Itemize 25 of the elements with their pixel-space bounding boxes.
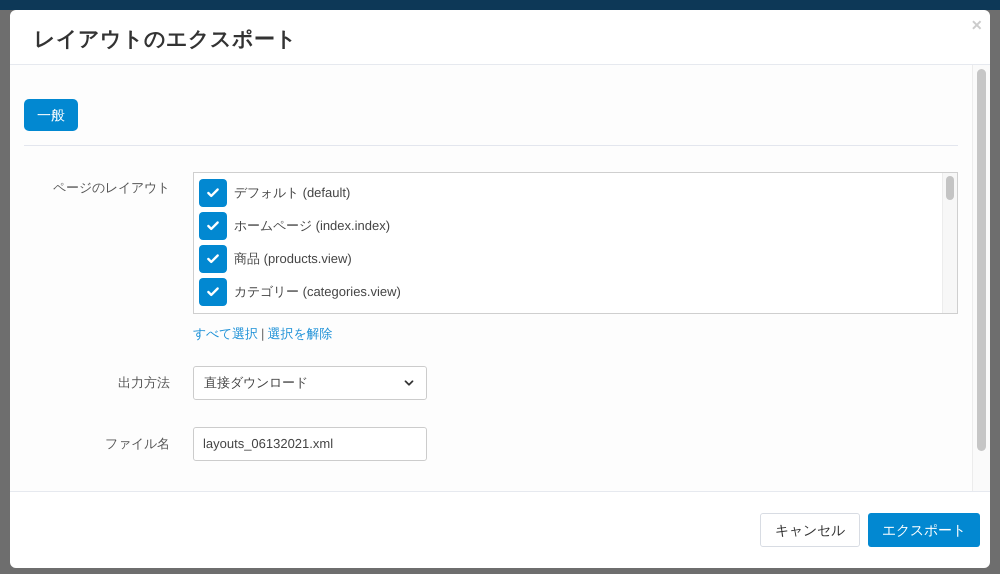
scrollbar-thumb[interactable] (977, 69, 986, 451)
cancel-button[interactable]: キャンセル (760, 513, 860, 547)
filename-field[interactable]: layouts_06132021.xml (193, 426, 427, 460)
field-label: ファイル名 (104, 434, 171, 453)
checkbox-label[interactable]: デフォルト (default) (234, 183, 350, 203)
link-separator: | (261, 325, 264, 343)
scrollbar[interactable] (942, 173, 957, 313)
checkbox-label[interactable]: 商品 (products.view) (234, 249, 352, 269)
output-select[interactable]: 直接ダウンロード (193, 366, 427, 400)
check-icon (206, 186, 220, 200)
check-icon (206, 219, 220, 233)
dialog-title: レイアウトのエクスポート (34, 27, 297, 53)
field-label: 出力方法 (117, 374, 171, 392)
field-label: ページのレイアウト (52, 179, 171, 197)
checkbox[interactable] (199, 212, 227, 240)
checkbox-label[interactable]: ホームページ (index.index) (234, 216, 390, 236)
scrollbar-thumb[interactable] (946, 176, 954, 200)
checkbox[interactable] (199, 278, 227, 306)
tab[interactable]: 一般 (24, 99, 78, 131)
export-button[interactable]: エクスポート (868, 513, 980, 547)
check-icon (206, 252, 220, 266)
checkbox[interactable] (199, 179, 227, 207)
checkbox[interactable] (199, 245, 227, 273)
check-icon (206, 285, 220, 299)
checkbox-label[interactable]: カテゴリー (categories.view) (234, 282, 401, 302)
